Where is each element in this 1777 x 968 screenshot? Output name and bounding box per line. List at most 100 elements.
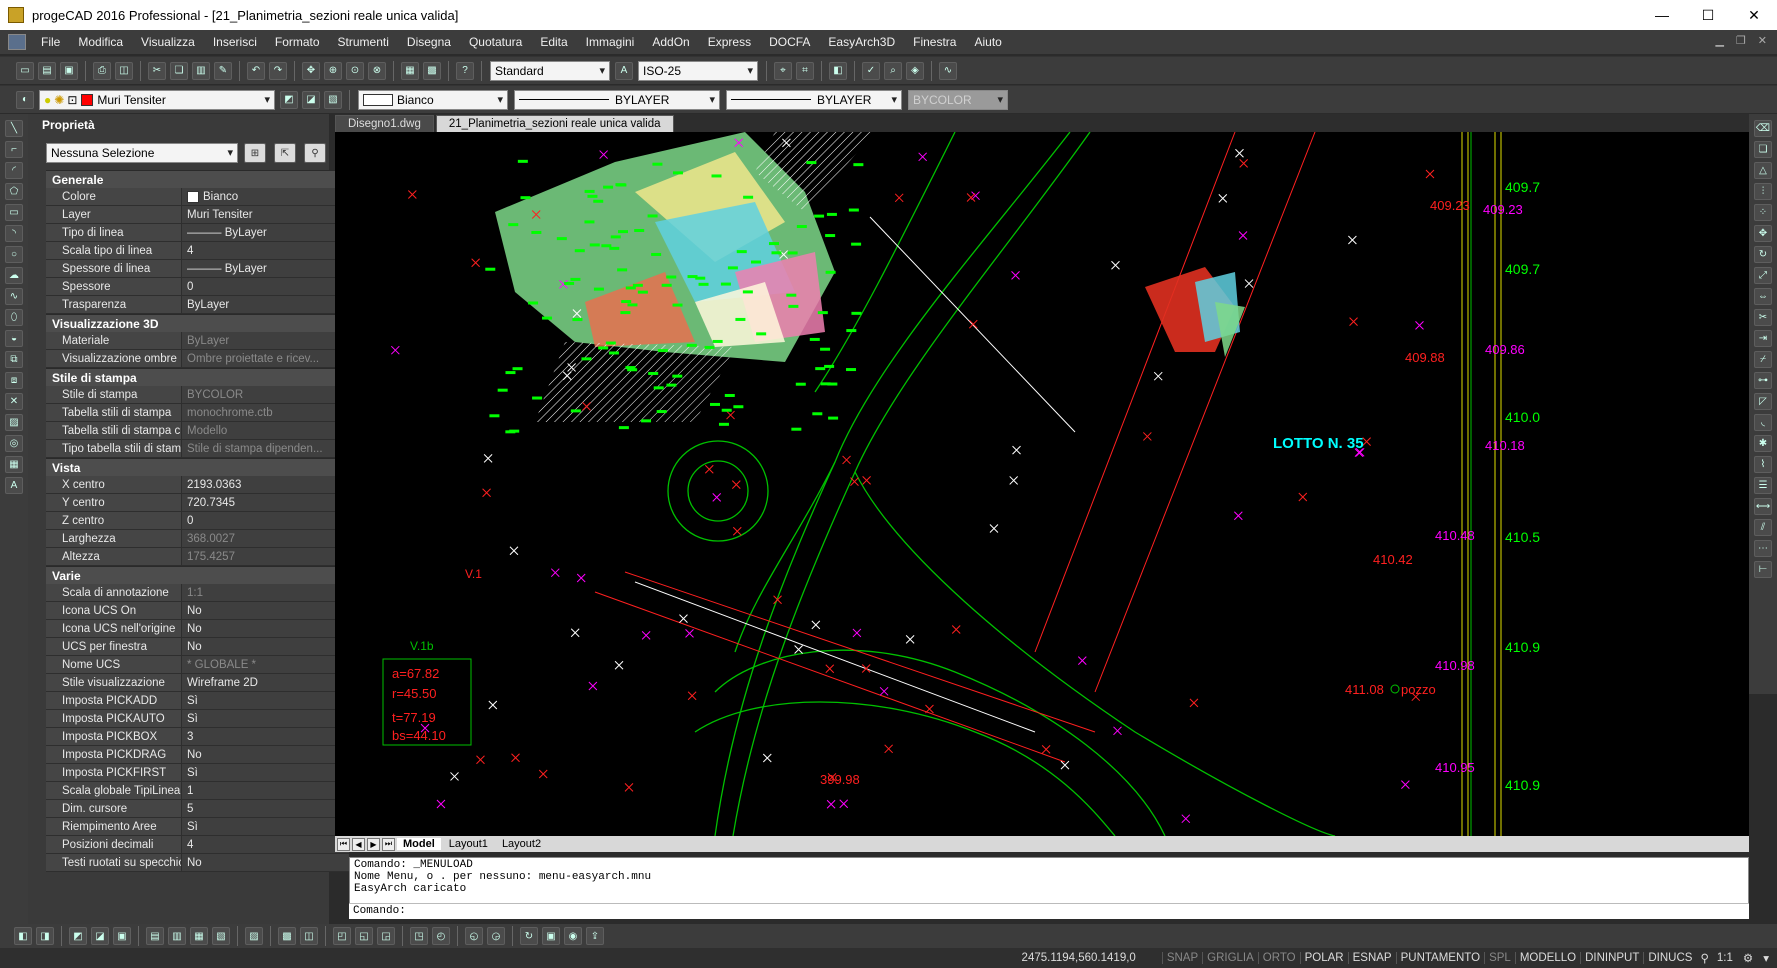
text-style-icon[interactable]: A <box>615 61 633 80</box>
menu-addon[interactable]: AddOn <box>643 35 698 49</box>
selection-select[interactable]: Nessuna Selezione <box>46 143 238 163</box>
chamfer-icon[interactable]: ◸ <box>1754 393 1772 410</box>
property-row[interactable]: Riempimento Aree Sì <box>46 818 349 836</box>
table-icon[interactable]: ▦ <box>5 456 23 473</box>
ellipse-icon[interactable]: ⬯ <box>5 309 23 326</box>
property-row[interactable]: Tabella stili di stampa monochrome.ctb <box>46 404 349 422</box>
annotation-scale-icon[interactable]: ⚲ <box>1696 951 1712 965</box>
property-row[interactable]: Imposta PICKADD Sì <box>46 692 349 710</box>
property-row[interactable]: Icona UCS On No <box>46 602 349 620</box>
image-tool-icon[interactable]: ▣ <box>542 927 560 945</box>
last-tab-icon[interactable]: ⏭ <box>382 837 395 851</box>
property-row[interactable]: Tipo di linea ——— ByLayer <box>46 224 349 242</box>
property-value[interactable]: Muri Tensiter <box>181 206 349 223</box>
property-row[interactable]: Imposta PICKFIRST Sì <box>46 764 349 782</box>
point-icon[interactable]: ✕ <box>5 393 23 410</box>
layer-tool-9-icon[interactable]: ▧ <box>212 927 230 945</box>
status-polar[interactable]: POLAR <box>1299 952 1348 964</box>
menu-disegna[interactable]: Disegna <box>398 35 460 49</box>
property-value[interactable]: ——— ByLayer <box>181 224 349 241</box>
scale-icon[interactable]: ⤢ <box>1754 267 1772 284</box>
rotate-icon[interactable]: ↻ <box>1754 246 1772 263</box>
layer-states-icon[interactable]: ◐ <box>16 90 34 109</box>
first-tab-icon[interactable]: ⏮ <box>337 837 350 851</box>
menu-express[interactable]: Express <box>699 35 760 49</box>
erase-icon[interactable]: ⌫ <box>1754 120 1772 137</box>
tab-planimetria[interactable]: 21_Planimetria_sezioni reale unica valid… <box>435 115 674 132</box>
section-header[interactable]: Generale <box>46 170 349 188</box>
command-input[interactable]: Comando: <box>349 903 1749 919</box>
layer-tool-15-icon[interactable]: ◲ <box>377 927 395 945</box>
property-value[interactable]: Sì <box>181 764 349 781</box>
property-value[interactable]: ByLayer <box>181 296 349 313</box>
layer-previous-icon[interactable]: ◪ <box>302 90 320 109</box>
redo-icon[interactable]: ↷ <box>269 61 287 80</box>
layer-walk-icon[interactable]: ▧ <box>324 90 342 109</box>
explode-icon[interactable]: ✱ <box>1754 435 1772 452</box>
property-value[interactable]: Wireframe 2D <box>181 674 349 691</box>
stretch-icon[interactable]: ⇔ <box>1754 288 1772 305</box>
property-row[interactable]: Y centro 720.7345 <box>46 494 349 512</box>
property-row[interactable]: UCS per finestra No <box>46 638 349 656</box>
property-value[interactable]: 2193.0363 <box>181 476 349 493</box>
property-row[interactable]: Icona UCS nell'origine No <box>46 620 349 638</box>
property-value[interactable]: 720.7345 <box>181 494 349 511</box>
property-row[interactable]: Larghezza 368.0027 <box>46 530 349 548</box>
snap-settings-icon[interactable]: ⌖ <box>774 61 792 80</box>
menu-quotatura[interactable]: Quotatura <box>460 35 531 49</box>
property-row[interactable]: Layer Muri Tensiter <box>46 206 349 224</box>
dim-style-select[interactable]: ISO-25 <box>638 60 758 81</box>
cut-icon[interactable]: ✂ <box>148 61 166 80</box>
prev-tab-icon[interactable]: ◀ <box>352 837 365 851</box>
insert-block-icon[interactable]: ⧉ <box>5 351 23 368</box>
measure-object-icon[interactable]: ⊢ <box>1754 561 1772 578</box>
arc-icon[interactable]: ◜ <box>5 162 23 179</box>
paste-icon[interactable]: ▥ <box>192 61 210 80</box>
menu-docfa[interactable]: DOCFA <box>760 35 819 49</box>
select-objects-icon[interactable]: ⇱ <box>274 143 296 163</box>
polyline-icon[interactable]: ⌐ <box>5 141 23 158</box>
minimize-button[interactable]: — <box>1639 0 1685 30</box>
menu-edita[interactable]: Edita <box>531 35 576 49</box>
layer-tool-7-icon[interactable]: ▥ <box>168 927 186 945</box>
status-spl[interactable]: SPL <box>1484 952 1515 964</box>
menu-file[interactable]: File <box>32 35 69 49</box>
close-button[interactable]: ✕ <box>1731 0 1777 30</box>
offset-icon[interactable]: ⫶ <box>1754 183 1772 200</box>
property-row[interactable]: Dim. cursore 5 <box>46 800 349 818</box>
move-icon[interactable]: ✥ <box>1754 225 1772 242</box>
layer-tool-11-icon[interactable]: ▩ <box>278 927 296 945</box>
property-row[interactable]: X centro 2193.0363 <box>46 476 349 494</box>
property-row[interactable]: Testi ruotati su specchio No <box>46 854 349 872</box>
property-value[interactable]: 0 <box>181 512 349 529</box>
property-value[interactable]: Bianco <box>181 188 349 205</box>
ellipse-arc-icon[interactable]: ◒ <box>5 330 23 347</box>
menu-finestra[interactable]: Finestra <box>904 35 965 49</box>
properties-icon[interactable]: ☰ <box>1754 477 1772 494</box>
array-icon[interactable]: ⁘ <box>1754 204 1772 221</box>
property-row[interactable]: Spessore 0 <box>46 278 349 296</box>
tool-palette-icon[interactable]: ▩ <box>423 61 441 80</box>
section-header[interactable]: Varie <box>46 566 349 584</box>
lineweight-select[interactable]: BYLAYER <box>726 89 902 110</box>
text-style-select[interactable]: Standard <box>490 60 610 81</box>
layer-tool-6-icon[interactable]: ▤ <box>146 927 164 945</box>
quick-select-filter-icon[interactable]: ⚲ <box>304 143 326 163</box>
menu-aiuto[interactable]: Aiuto <box>965 35 1010 49</box>
dwg-tool-icon[interactable]: ◉ <box>564 927 582 945</box>
mdi-close-icon[interactable]: ✕ <box>1758 34 1767 47</box>
join-icon[interactable]: ⊶ <box>1754 372 1772 389</box>
extend-icon[interactable]: ⇥ <box>1754 330 1772 347</box>
quick-select-icon[interactable]: ◈ <box>906 61 924 80</box>
section-header[interactable]: Visualizzazione 3D <box>46 314 349 332</box>
revcloud-icon[interactable]: ☁ <box>5 267 23 284</box>
print-preview-icon[interactable]: ◫ <box>115 61 133 80</box>
property-row[interactable]: Spessore di linea ——— ByLayer <box>46 260 349 278</box>
layer-tool-8-icon[interactable]: ▦ <box>190 927 208 945</box>
divide-icon[interactable]: ⋯ <box>1754 540 1772 557</box>
save-icon[interactable]: ▣ <box>60 61 78 80</box>
undo-icon[interactable]: ↶ <box>247 61 265 80</box>
workspace-icon[interactable]: ⚙ <box>1737 951 1759 965</box>
toggle-pickadd-icon[interactable]: ⊞ <box>244 143 266 163</box>
export-tool-icon[interactable]: ⇪ <box>586 927 604 945</box>
